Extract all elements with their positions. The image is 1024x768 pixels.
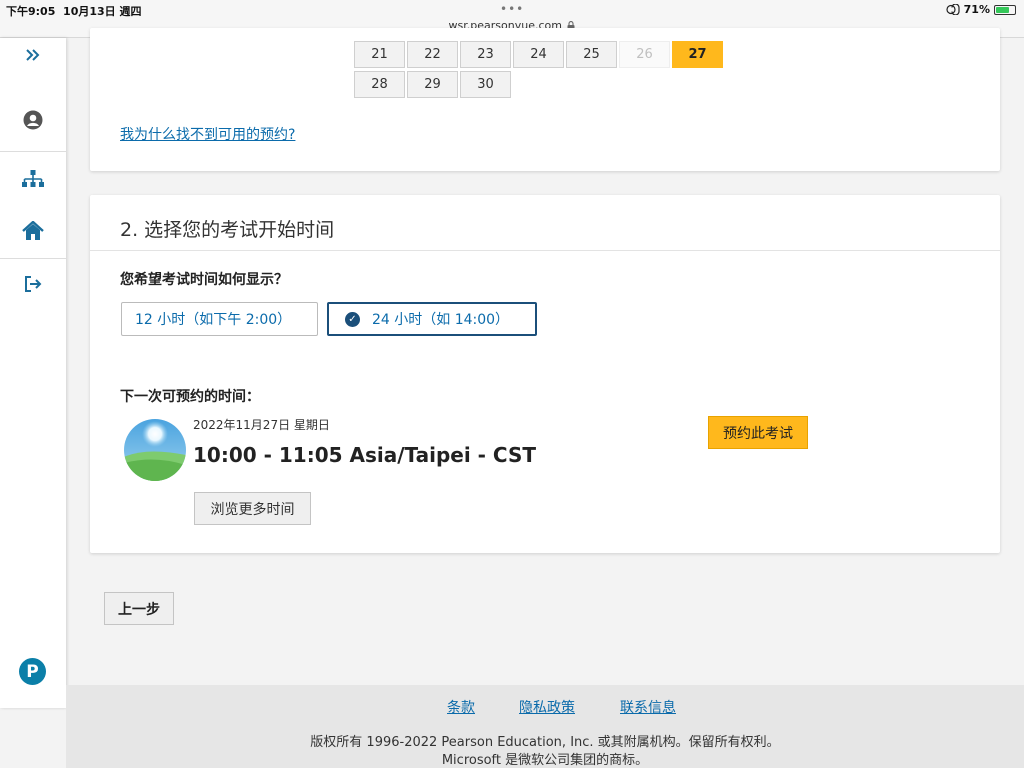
- slot-date: 2022年11月27日 星期日: [193, 418, 330, 432]
- sign-out-button[interactable]: [0, 264, 66, 304]
- section-divider: [90, 250, 1000, 251]
- expand-icon: [26, 49, 40, 61]
- battery-percent: 71%: [963, 3, 990, 16]
- status-clock: 下午9:05: [6, 5, 56, 18]
- exam-time-card: 2. 选择您的考试开始时间 您希望考试时间如何显示？ 12 小时（如下午 2:0…: [90, 195, 1000, 553]
- calendar-day[interactable]: 23: [460, 41, 511, 68]
- check-circle-icon: ✓: [345, 311, 360, 327]
- rail-divider: [0, 258, 66, 259]
- pearson-logo[interactable]: P: [19, 658, 46, 685]
- footer: 条款 隐私政策 联系信息 版权所有 1996-2022 Pearson Educ…: [66, 685, 1024, 768]
- status-date: 10月13日 週四: [63, 5, 142, 18]
- format-12h-label: 12 小时（如下午 2:00）: [135, 312, 292, 328]
- calendar-day[interactable]: 29: [407, 71, 458, 98]
- calendar-day[interactable]: 30: [460, 71, 511, 98]
- copyright-text: 版权所有 1996-2022 Pearson Education, Inc. 或…: [310, 735, 780, 750]
- daytime-icon: [124, 419, 186, 481]
- footer-link-privacy[interactable]: 隐私政策: [519, 697, 575, 717]
- footer-copyright: 版权所有 1996-2022 Pearson Education, Inc. 或…: [66, 734, 1024, 768]
- calendar-day[interactable]: 21: [354, 41, 405, 68]
- trademark-text: Microsoft 是微软公司集团的商标。: [441, 753, 649, 768]
- sitemap-icon: [22, 170, 44, 187]
- screen-lock-icon: [946, 4, 960, 15]
- sign-out-icon: [25, 276, 42, 292]
- rail-divider: [0, 151, 66, 152]
- footer-link-terms[interactable]: 条款: [447, 697, 475, 717]
- footer-link-contact[interactable]: 联系信息: [620, 697, 676, 717]
- home-button[interactable]: [0, 211, 66, 251]
- date-selection-card: 21 22 23 24 25 26 27 28 29 30 我为什么找不到可用的预约?: [90, 28, 1000, 171]
- account-button[interactable]: [0, 100, 66, 140]
- slot-time-range: 10:00 - 11:05 Asia/Taipei - CST: [193, 443, 537, 467]
- calendar-day[interactable]: 22: [407, 41, 458, 68]
- home-icon: [22, 221, 44, 240]
- user-icon: [23, 110, 43, 130]
- format-24h-label: 24 小时（如 14:00）: [372, 312, 510, 328]
- previous-step-button[interactable]: 上一步: [104, 592, 174, 625]
- calendar-day[interactable]: 24: [513, 41, 564, 68]
- status-indicators: 71%: [946, 3, 1016, 16]
- battery-fill: [996, 6, 1009, 13]
- format-24h-button[interactable]: ✓ 24 小时（如 14:00）: [327, 302, 537, 336]
- format-12h-button[interactable]: 12 小时（如下午 2:00）: [121, 302, 318, 336]
- battery-icon: [994, 4, 1016, 15]
- main-content: 21 22 23 24 25 26 27 28 29 30 我为什么找不到可用的预约? 2. 选择…: [66, 28, 1024, 768]
- browse-more-times-button[interactable]: 浏览更多时间: [194, 492, 311, 525]
- calendar-day[interactable]: 28: [354, 71, 405, 98]
- tab-dots-icon[interactable]: •••: [500, 2, 524, 16]
- calendar-day-selected[interactable]: 27: [672, 41, 723, 68]
- calendar-day[interactable]: 25: [566, 41, 617, 68]
- book-exam-button[interactable]: 预约此考试: [708, 416, 808, 449]
- section-title: 2. 选择您的考试开始时间: [120, 219, 335, 241]
- calendar-day: 26: [619, 41, 670, 68]
- next-available-label: 下一次可预约的时间：: [120, 389, 260, 405]
- side-rail: P: [0, 38, 66, 708]
- help-link-no-appointments[interactable]: 我为什么找不到可用的预约?: [120, 124, 295, 144]
- expand-rail-button[interactable]: [0, 35, 66, 75]
- time-format-question: 您希望考试时间如何显示？: [120, 272, 288, 288]
- status-time: 下午9:05 10月13日 週四: [6, 3, 142, 19]
- sitemap-button[interactable]: [0, 159, 66, 199]
